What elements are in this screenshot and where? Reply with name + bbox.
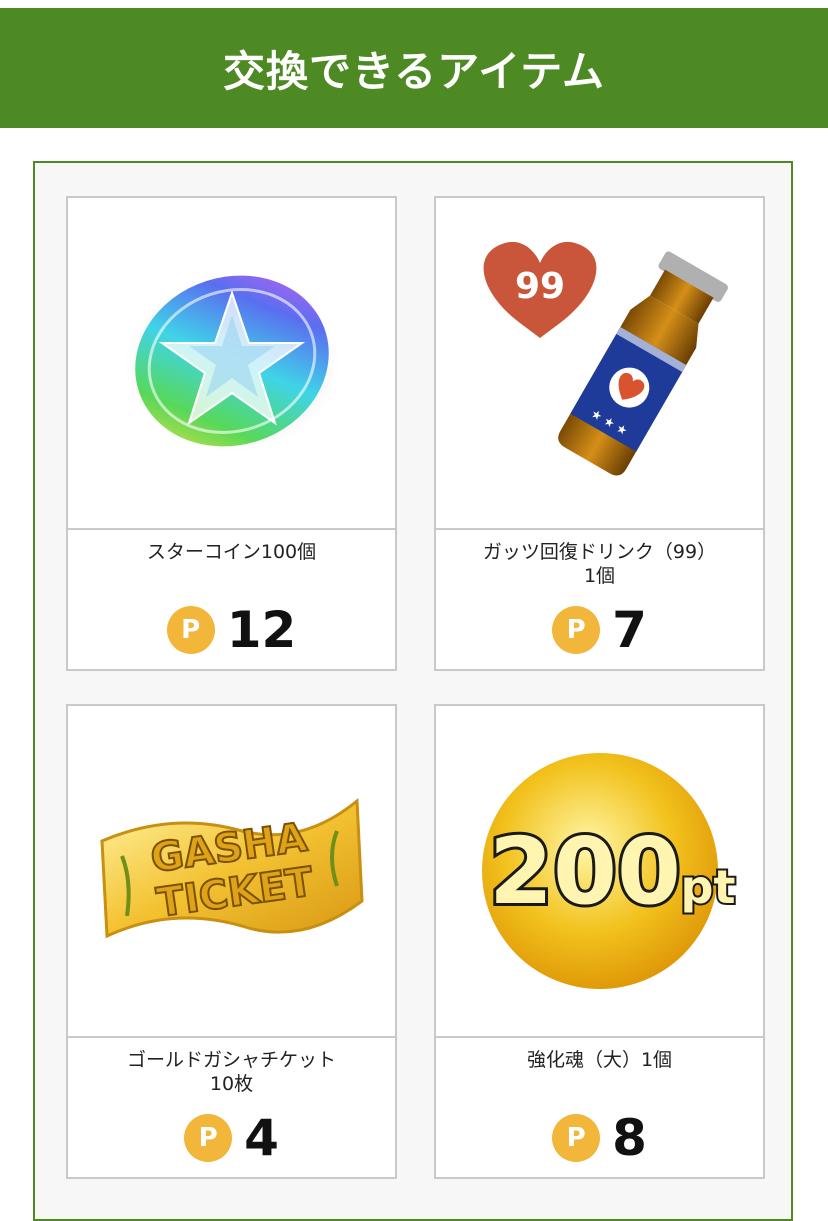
coin-suffix: pt — [680, 860, 735, 914]
item-name: ゴールドガシャチケット 10枚 — [126, 1049, 336, 1095]
point-badge-icon: P — [552, 606, 601, 654]
item-price: P 12 — [68, 605, 395, 655]
item-card-gasha-ticket[interactable]: GASHA TICKET ゴールドガシャチケット 10枚 P 4 — [66, 704, 397, 1179]
top-strip — [0, 0, 828, 8]
rainbow-star-coin-icon — [119, 275, 344, 455]
point-badge-icon: P — [184, 1114, 233, 1162]
item-price: P 4 — [68, 1113, 395, 1163]
item-card-kyouka-tamashii[interactable]: 200 pt 強化魂（大）1個 P 8 — [434, 704, 765, 1179]
item-name: ガッツ回復ドリンク（99） 1個 — [482, 541, 717, 587]
price-value: 8 — [612, 1109, 647, 1167]
item-image-area: 99 ★ ★ ★ — [436, 198, 763, 530]
item-price: P 7 — [436, 605, 763, 655]
item-image-area: GASHA TICKET — [68, 706, 395, 1038]
item-card-star-coin[interactable]: スターコイン100個 P 12 — [66, 196, 397, 671]
item-card-guts-drink[interactable]: 99 ★ ★ ★ ガッツ回復ドリンク（99） 1個 P 7 — [434, 196, 765, 671]
item-image-area: 200 pt — [436, 706, 763, 1038]
item-name: スターコイン100個 — [146, 541, 317, 563]
item-image-area — [68, 198, 395, 530]
price-value: 12 — [226, 601, 297, 659]
page-title: 交換できるアイテム — [223, 46, 605, 96]
gasha-ticket-icon: GASHA TICKET — [99, 797, 364, 939]
items-panel: スターコイン100個 P 12 99 ★ ★ ★ ガッツ回復ドリンク（99） 1… — [33, 161, 793, 1221]
price-value: 7 — [612, 601, 647, 659]
price-value: 4 — [244, 1109, 279, 1167]
page-header: 交換できるアイテム — [0, 8, 828, 128]
item-price: P 8 — [436, 1113, 763, 1163]
item-name: 強化魂（大）1個 — [526, 1049, 673, 1071]
guts-drink-icon: 99 ★ ★ ★ — [483, 241, 728, 476]
point-badge-icon: P — [166, 606, 215, 654]
heart-label: 99 — [514, 266, 564, 307]
point-badge-icon: P — [552, 1114, 601, 1162]
gold-200pt-coin-icon: 200 pt — [481, 753, 737, 989]
coin-text: 200 — [488, 818, 680, 925]
